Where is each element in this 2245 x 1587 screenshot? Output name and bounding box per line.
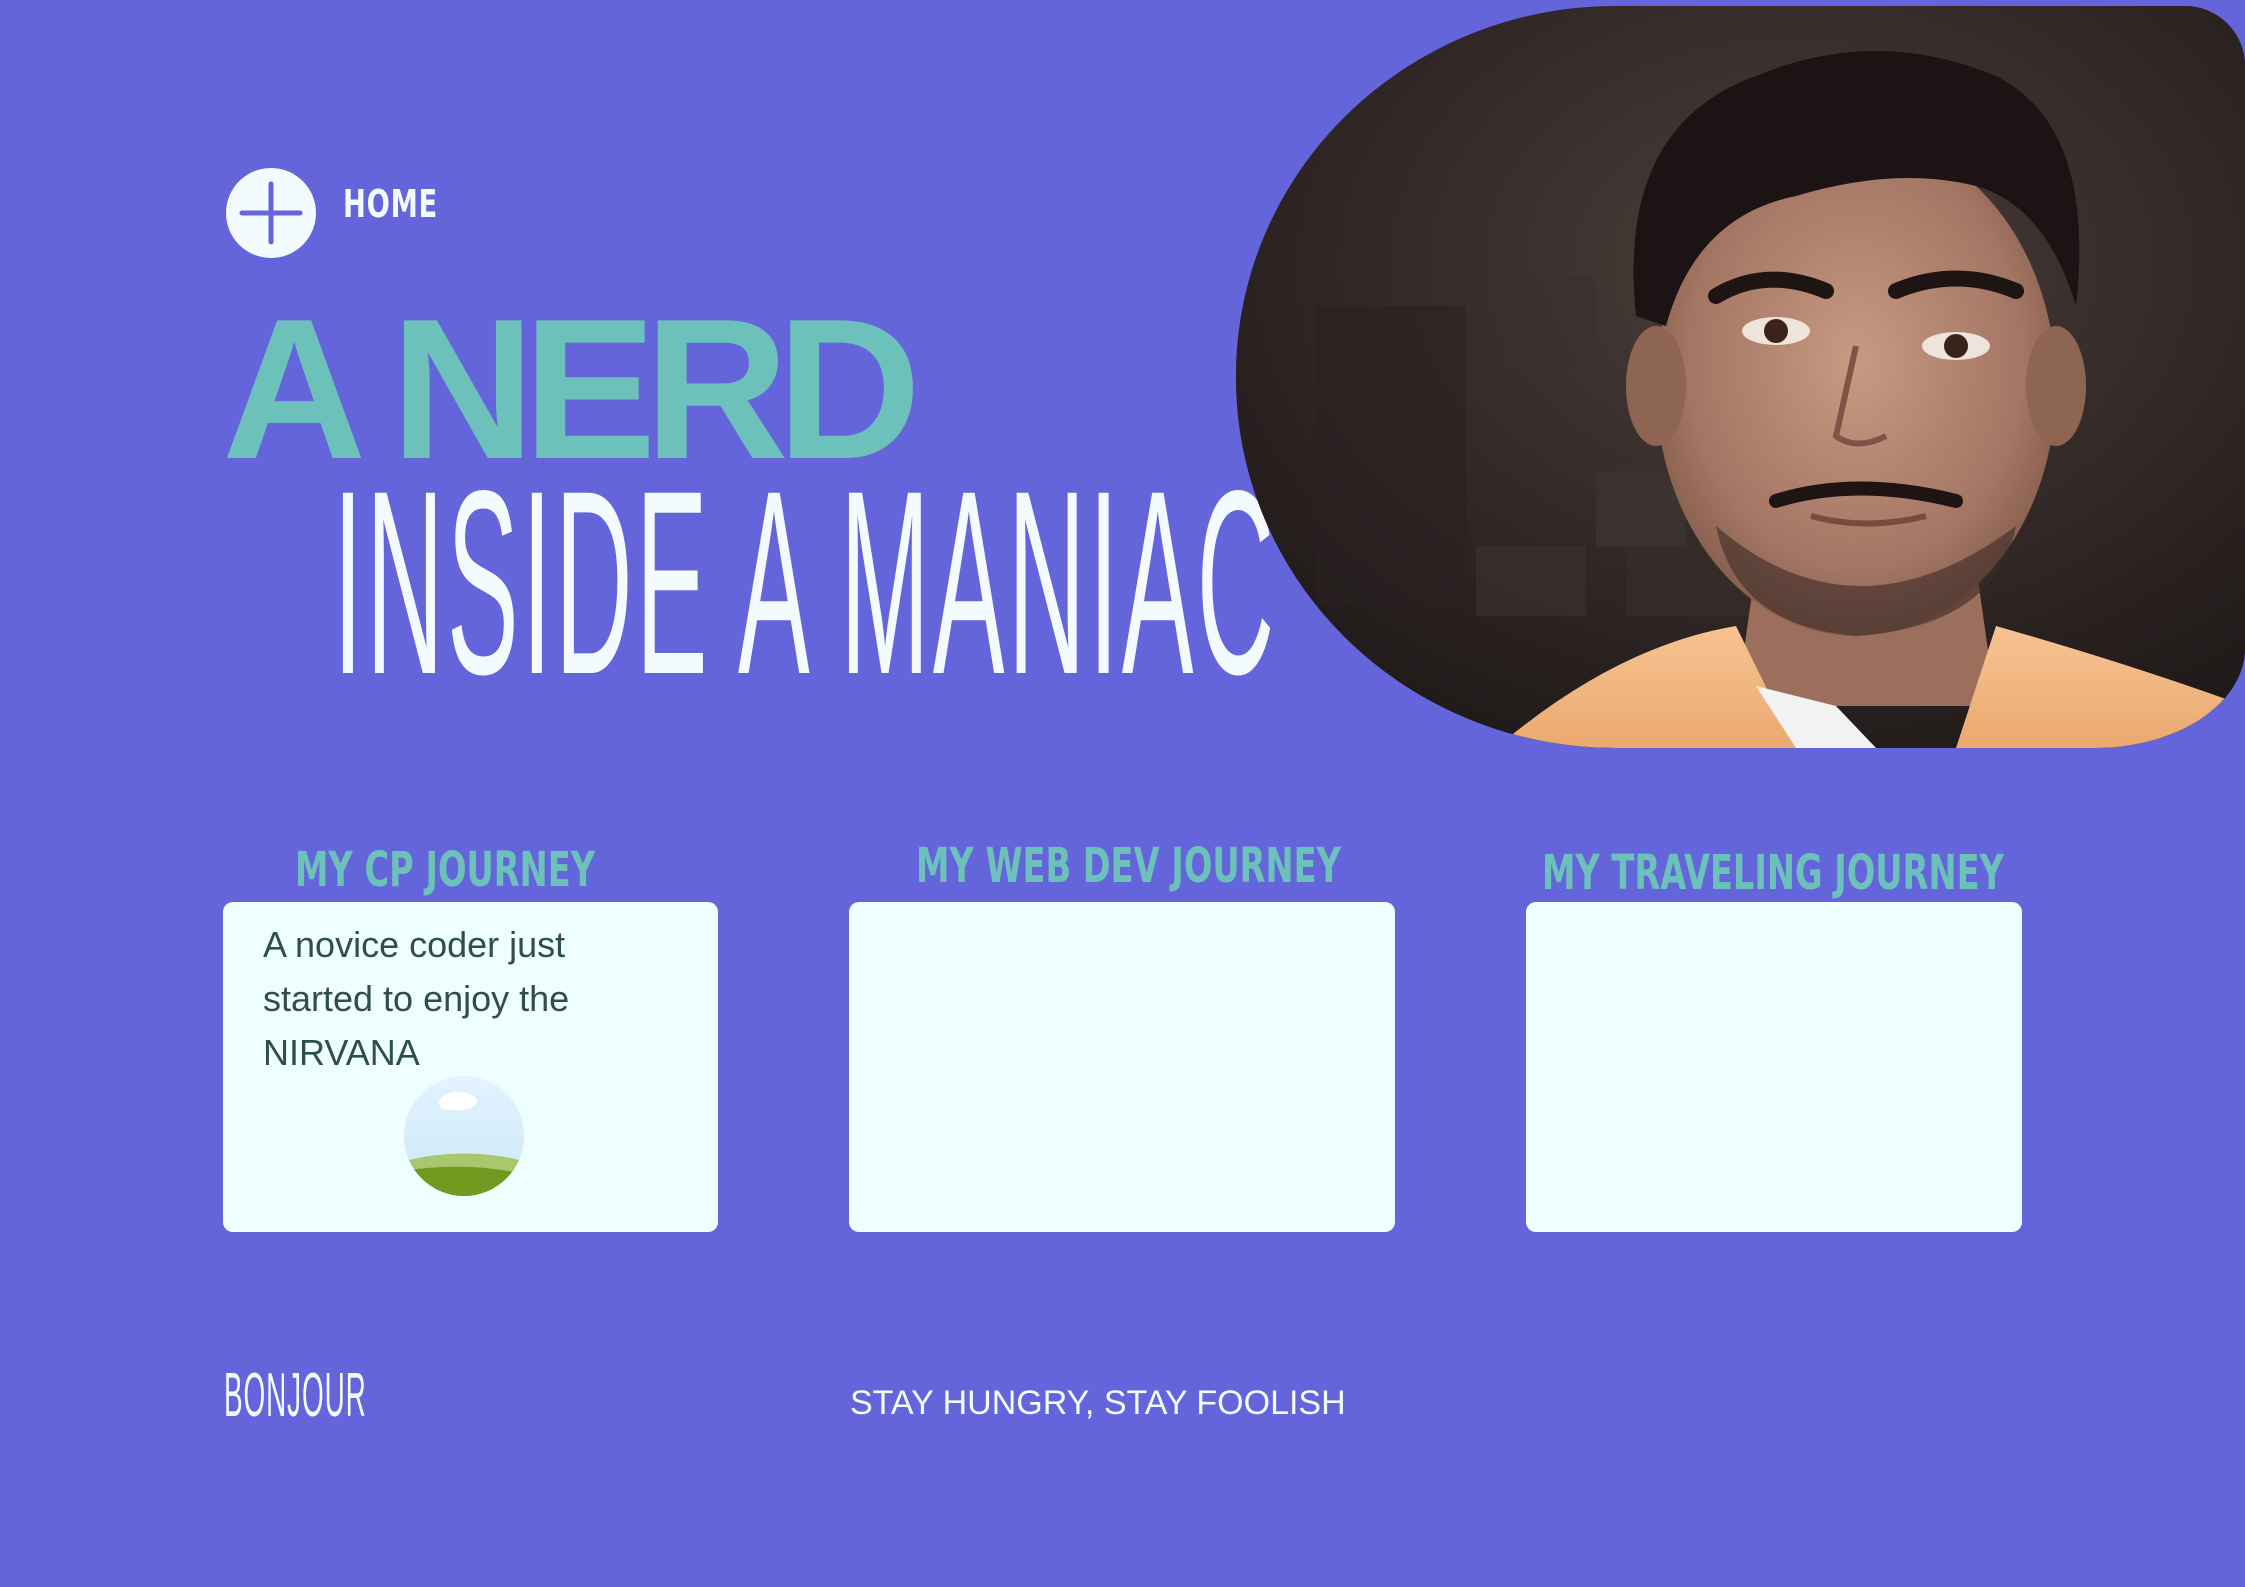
- footer-tagline: STAY HUNGRY, STAY FOOLISH: [850, 1384, 1346, 1422]
- landscape-image: [404, 1076, 524, 1196]
- home-button[interactable]: [226, 168, 316, 258]
- plus-icon: [239, 181, 303, 245]
- hero-title-line2: INSIDE A MANIAC: [333, 436, 1278, 729]
- home-link[interactable]: HOME: [343, 182, 438, 226]
- card-cp-journey[interactable]: A novice coder just started to enjoy the…: [223, 902, 718, 1232]
- card-title-cp[interactable]: MY CP JOURNEY: [295, 842, 595, 898]
- card-title-webdev[interactable]: MY WEB DEV JOURNEY: [916, 838, 1341, 894]
- card-title-traveling[interactable]: MY TRAVELING JOURNEY: [1542, 845, 2004, 901]
- footer-greeting: BONJOUR: [224, 1361, 367, 1430]
- card-description: A novice coder just started to enjoy the…: [263, 924, 570, 1073]
- card-traveling-journey[interactable]: [1526, 902, 2022, 1232]
- card-webdev-journey[interactable]: [849, 902, 1395, 1232]
- profile-photo: [1236, 6, 2245, 748]
